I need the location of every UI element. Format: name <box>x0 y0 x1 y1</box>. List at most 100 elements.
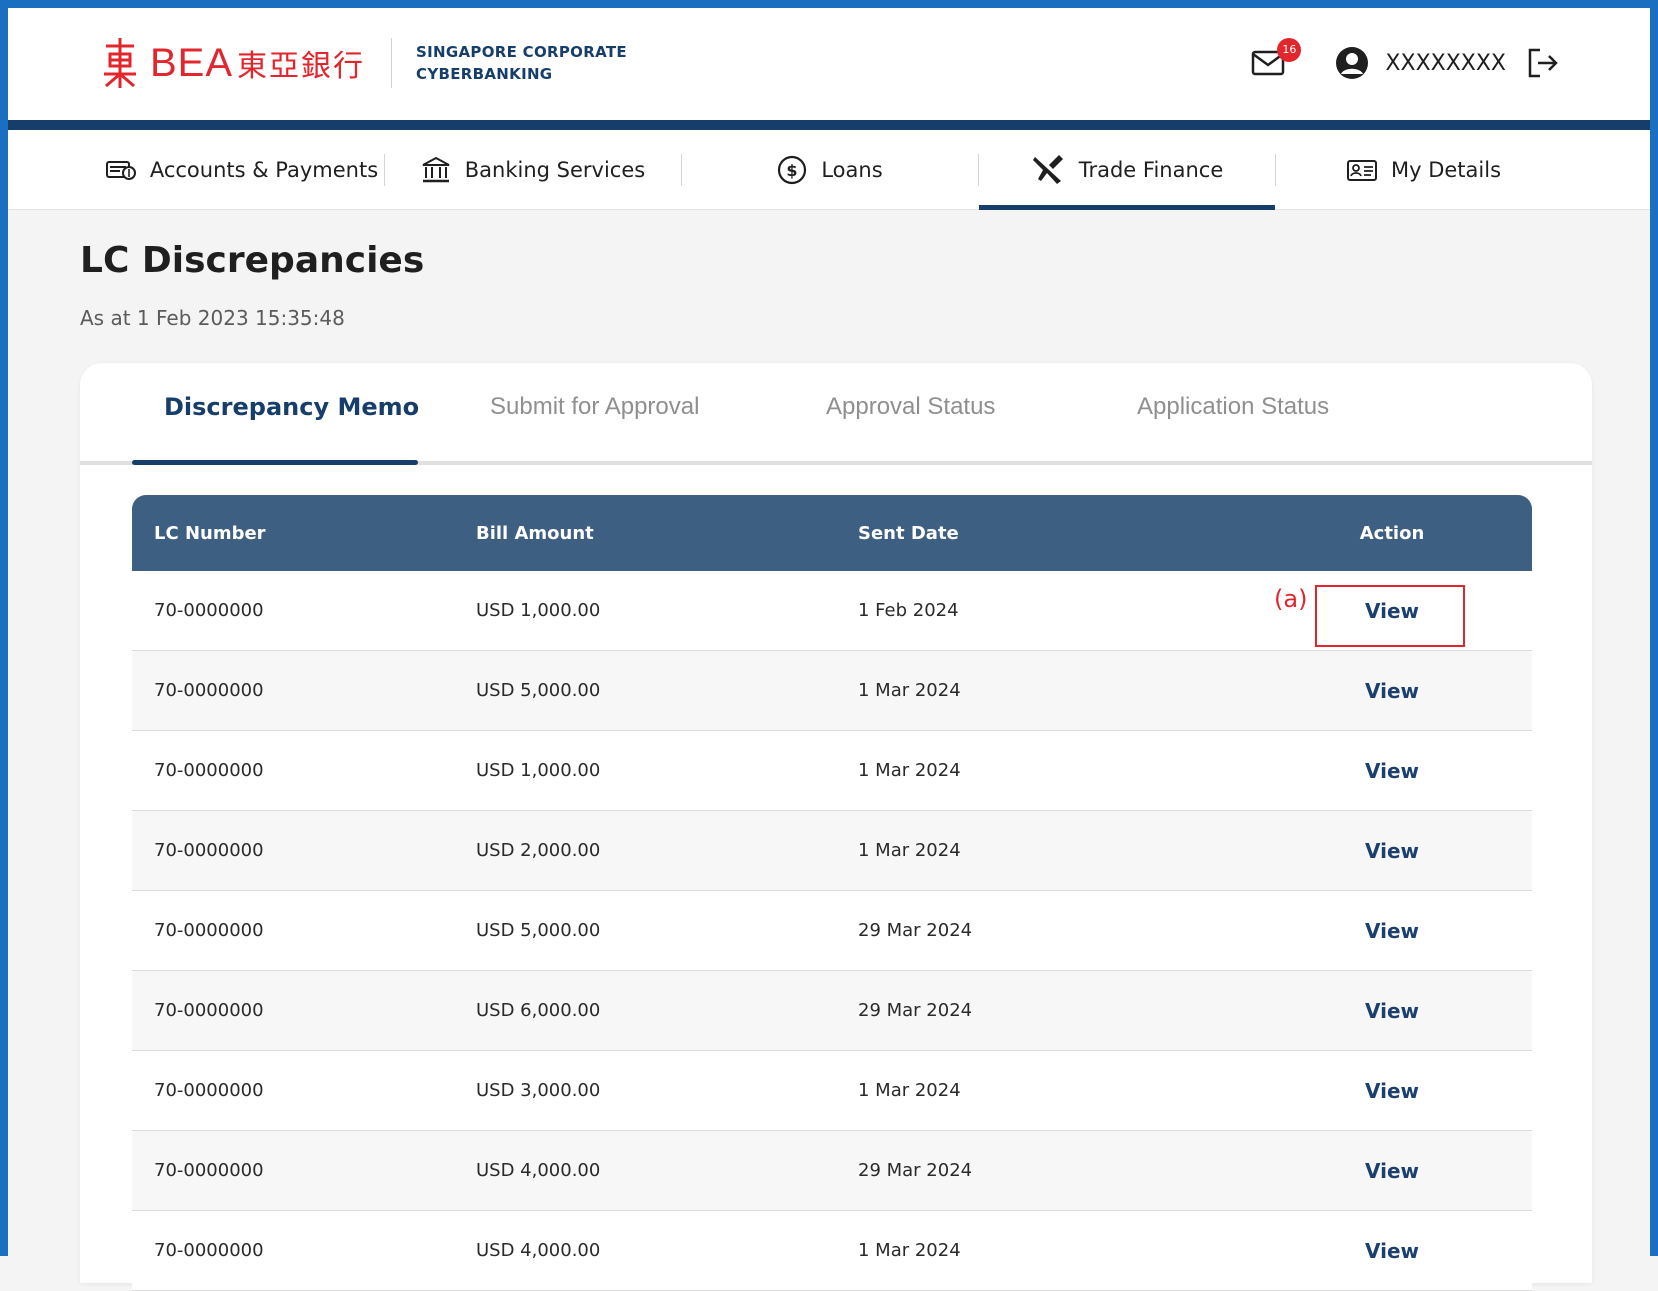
view-link[interactable]: View <box>1365 919 1419 943</box>
id-card-icon <box>1346 160 1377 181</box>
nav-item-loans[interactable]: $ Loans <box>682 130 978 210</box>
header-actions: 16 XXXXXXXX <box>1251 38 1560 80</box>
nav-item-my-details[interactable]: My Details <box>1276 130 1572 210</box>
logout-icon[interactable] <box>1526 46 1560 80</box>
action-cell: (a) View <box>1252 584 1532 647</box>
sent-date-cell: 1 Mar 2024 <box>858 680 961 701</box>
sent-date-cell: 1 Feb 2024 <box>858 600 959 621</box>
tab-approval-status[interactable]: Approval Status <box>826 393 995 421</box>
nav-item-label: My Details <box>1390 158 1502 182</box>
nav-item-trade-finance[interactable]: Trade Finance <box>979 130 1275 210</box>
bill-amount-cell: USD 5,000.00 <box>476 920 601 941</box>
table-row: 70-0000000 USD 2,000.00 1 Mar 2024 View <box>132 811 1532 891</box>
action-cell: View <box>1252 839 1532 863</box>
action-cell: View <box>1252 1159 1532 1183</box>
sent-date-cell: 1 Mar 2024 <box>858 1080 961 1101</box>
airplane-icon <box>1032 155 1063 184</box>
bill-amount-cell: USD 6,000.00 <box>476 1000 601 1021</box>
nav-item-label: Trade Finance <box>1078 158 1224 182</box>
bill-amount-cell: USD 1,000.00 <box>476 760 601 781</box>
sent-date-cell: 1 Mar 2024 <box>858 840 961 861</box>
page-title: LC Discrepancies <box>80 240 425 281</box>
brand-name: BEA <box>150 40 234 85</box>
column-header-bill-amount: Bill Amount <box>476 522 594 544</box>
table-row: 70-0000000 USD 1,000.00 1 Mar 2024 View <box>132 731 1532 811</box>
active-tab-indicator <box>132 460 418 465</box>
sent-date-cell: 29 Mar 2024 <box>858 920 973 941</box>
main-nav: Accounts & Payments Banking Services $ L… <box>8 130 1650 210</box>
tab-bar: Discrepancy Memo Submit for Approval App… <box>80 363 1592 465</box>
view-link[interactable]: View <box>1365 1159 1419 1183</box>
table-row: 70-0000000 USD 1,000.00 1 Feb 2024 (a) V… <box>132 571 1532 651</box>
lc-number-cell: 70-0000000 <box>154 920 264 941</box>
column-header-action: Action <box>1359 522 1425 544</box>
view-link[interactable]: View <box>1365 999 1419 1023</box>
wallet-icon <box>105 161 136 180</box>
lc-number-cell: 70-0000000 <box>154 840 264 861</box>
user-name: XXXXXXXX <box>1385 50 1506 76</box>
nav-item-accounts-payments[interactable]: Accounts & Payments <box>100 130 384 210</box>
view-link[interactable]: View <box>1365 1079 1419 1103</box>
table-row: 70-0000000 USD 4,000.00 1 Mar 2024 View <box>132 1211 1532 1291</box>
table-row: 70-0000000 USD 4,000.00 29 Mar 2024 View <box>132 1131 1532 1211</box>
bill-amount-cell: USD 5,000.00 <box>476 680 601 701</box>
mail-count-badge: 16 <box>1277 38 1302 62</box>
nav-item-label: Loans <box>821 158 883 182</box>
as-at-timestamp: As at 1 Feb 2023 15:35:48 <box>80 306 345 330</box>
highlight-box <box>1315 584 1465 647</box>
lc-number-cell: 70-0000000 <box>154 1000 264 1021</box>
lc-number-cell: 70-0000000 <box>154 600 264 621</box>
table-row: 70-0000000 USD 5,000.00 29 Mar 2024 View <box>132 891 1532 971</box>
discrepancy-table: LC Number Bill Amount Sent Date Action 7… <box>132 495 1532 1291</box>
tab-discrepancy-memo[interactable]: Discrepancy Memo <box>164 393 419 421</box>
brand-subtitle-line2: CYBERBANKING <box>416 65 553 83</box>
sent-date-cell: 1 Mar 2024 <box>858 1240 961 1261</box>
svg-text:$: $ <box>787 161 798 180</box>
brand-divider <box>391 38 393 88</box>
brand-chinese-name: 東亞銀行 <box>237 49 366 84</box>
tab-submit-for-approval[interactable]: Submit for Approval <box>490 393 699 421</box>
dollar-coin-icon: $ <box>778 155 807 185</box>
column-header-lc-number: LC Number <box>154 522 266 544</box>
action-cell: View <box>1252 759 1532 783</box>
bill-amount-cell: USD 2,000.00 <box>476 840 601 861</box>
lc-number-cell: 70-0000000 <box>154 1240 264 1261</box>
lc-number-cell: 70-0000000 <box>154 1160 264 1181</box>
header: BEA 東亞銀行 SINGAPORE CORPORATE CYBERBANKIN… <box>8 8 1650 120</box>
action-cell: View <box>1252 1079 1532 1103</box>
bill-amount-cell: USD 4,000.00 <box>476 1240 601 1261</box>
action-cell: View <box>1252 919 1532 943</box>
action-cell: View <box>1252 999 1532 1023</box>
view-link[interactable]: View <box>1365 1239 1419 1263</box>
content-card: Discrepancy Memo Submit for Approval App… <box>80 363 1592 1291</box>
view-link[interactable]: View <box>1365 679 1419 703</box>
lc-number-cell: 70-0000000 <box>154 680 264 701</box>
lc-number-cell: 70-0000000 <box>154 760 264 781</box>
bea-logo[interactable]: BEA 東亞銀行 SINGAPORE CORPORATE CYBERBANKIN… <box>100 36 627 90</box>
table-row: 70-0000000 USD 3,000.00 1 Mar 2024 View <box>132 1051 1532 1131</box>
view-link[interactable]: View <box>1365 839 1419 863</box>
bill-amount-cell: USD 1,000.00 <box>476 600 601 621</box>
action-cell: View <box>1252 679 1532 703</box>
lc-number-cell: 70-0000000 <box>154 1080 264 1101</box>
tab-application-status[interactable]: Application Status <box>1137 393 1329 421</box>
bank-icon <box>422 156 450 183</box>
nav-item-banking-services[interactable]: Banking Services <box>385 130 681 210</box>
brand-subtitle: SINGAPORE CORPORATE CYBERBANKING <box>416 41 627 85</box>
nav-item-label: Accounts & Payments <box>149 158 379 182</box>
sent-date-cell: 29 Mar 2024 <box>858 1000 973 1021</box>
action-cell: View <box>1252 1239 1532 1263</box>
column-header-sent-date: Sent Date <box>858 522 959 544</box>
nav-item-label: Banking Services <box>464 158 646 182</box>
bea-emblem-icon <box>104 38 136 88</box>
brand-subtitle-line1: SINGAPORE CORPORATE <box>416 43 627 61</box>
table-row: 70-0000000 USD 5,000.00 1 Mar 2024 View <box>132 651 1532 731</box>
user-avatar-icon[interactable] <box>1335 46 1369 80</box>
table-row: 70-0000000 USD 6,000.00 29 Mar 2024 View <box>132 971 1532 1051</box>
sent-date-cell: 29 Mar 2024 <box>858 1160 973 1181</box>
bill-amount-cell: USD 3,000.00 <box>476 1080 601 1101</box>
annotation-label: (a) <box>1274 584 1308 613</box>
view-link[interactable]: View <box>1365 759 1419 783</box>
bill-amount-cell: USD 4,000.00 <box>476 1160 601 1181</box>
mail-button[interactable]: 16 <box>1251 38 1302 78</box>
